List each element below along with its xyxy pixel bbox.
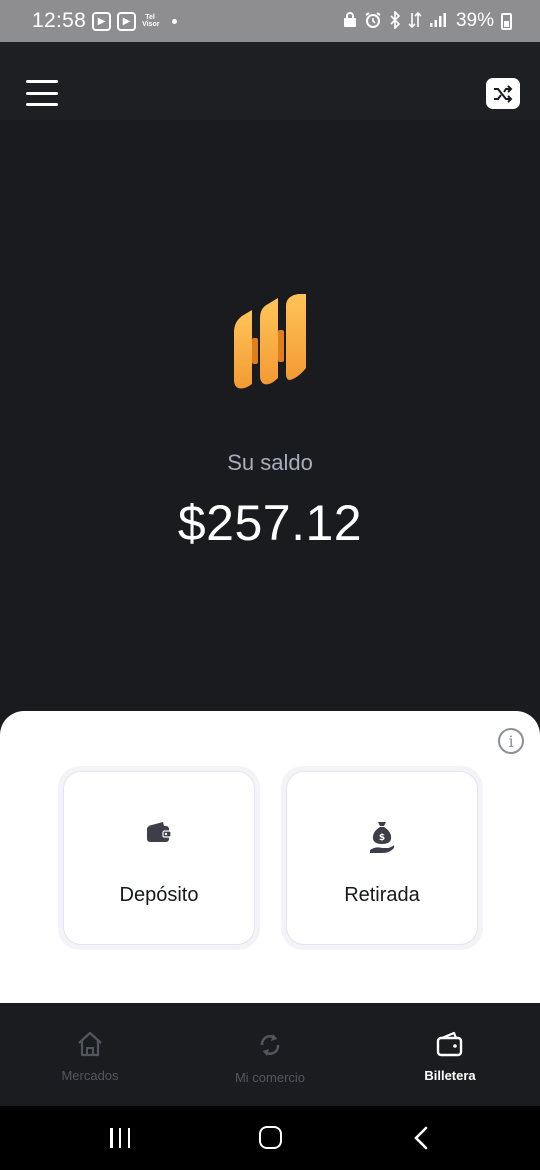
play-notification-icon-2: ▶ bbox=[117, 11, 137, 31]
home-icon bbox=[76, 1031, 104, 1062]
wallet-nav-icon bbox=[436, 1031, 464, 1062]
system-navigation-bar bbox=[0, 1106, 540, 1170]
nav-item-mercados[interactable]: Mercados bbox=[0, 1003, 180, 1103]
balance-value: $257.12 bbox=[177, 495, 363, 551]
money-bag-hand-icon: $ bbox=[368, 820, 396, 859]
nav-label-mi-comercio: Mi comercio bbox=[234, 1070, 306, 1085]
svg-text:$: $ bbox=[379, 833, 385, 843]
deposit-card[interactable]: Depósito bbox=[58, 766, 260, 950]
recent-apps-icon[interactable] bbox=[110, 1128, 130, 1148]
shuffle-icon[interactable] bbox=[486, 78, 520, 109]
nav-label-mercados: Mercados bbox=[61, 1068, 119, 1083]
hamburger-icon[interactable] bbox=[26, 80, 58, 106]
status-left: 12:58 ▶ ▶ Tel Visor bbox=[32, 9, 178, 33]
lock-icon bbox=[343, 11, 357, 31]
top-app-bar bbox=[0, 42, 540, 120]
nav-label-billetera: Billetera bbox=[424, 1068, 476, 1083]
deposit-button[interactable]: Depósito bbox=[63, 771, 255, 945]
withdraw-card[interactable]: $ Retirada bbox=[281, 766, 483, 950]
alarm-icon bbox=[364, 11, 382, 32]
actions-sheet: i Depósito $ Retirada bbox=[0, 711, 540, 1003]
refresh-icon bbox=[257, 1031, 283, 1064]
status-time: 12:58 bbox=[32, 9, 87, 32]
back-icon[interactable] bbox=[413, 1126, 429, 1155]
app-screen: 12:58 ▶ ▶ Tel Visor 39% Su saldo $257.12… bbox=[0, 0, 540, 1170]
status-bar: 12:58 ▶ ▶ Tel Visor 39% bbox=[0, 0, 540, 42]
play-notification-icon: ▶ bbox=[92, 11, 112, 31]
home-button-icon[interactable] bbox=[259, 1126, 282, 1149]
brand-logo bbox=[234, 294, 306, 389]
withdraw-button[interactable]: $ Retirada bbox=[286, 771, 478, 945]
data-arrows-icon bbox=[408, 11, 422, 32]
balance-label: Su saldo bbox=[227, 450, 313, 475]
battery-icon bbox=[501, 12, 512, 30]
bottom-navigation: Mercados Mi comercio Billetera bbox=[0, 1003, 540, 1103]
battery-percent: 39% bbox=[455, 10, 494, 31]
bluetooth-icon bbox=[389, 9, 401, 32]
deposit-label: Depósito bbox=[119, 884, 199, 906]
small-app-text: Tel Visor bbox=[142, 14, 160, 28]
nav-item-mi-comercio[interactable]: Mi comercio bbox=[180, 1003, 360, 1103]
more-notifications-dot bbox=[172, 18, 178, 24]
status-right: 39% bbox=[343, 9, 512, 32]
wallet-icon bbox=[145, 820, 173, 849]
nav-item-billetera[interactable]: Billetera bbox=[360, 1003, 540, 1103]
withdraw-label: Retirada bbox=[344, 884, 420, 906]
info-icon[interactable]: i bbox=[498, 728, 524, 754]
signal-icon bbox=[429, 12, 447, 31]
